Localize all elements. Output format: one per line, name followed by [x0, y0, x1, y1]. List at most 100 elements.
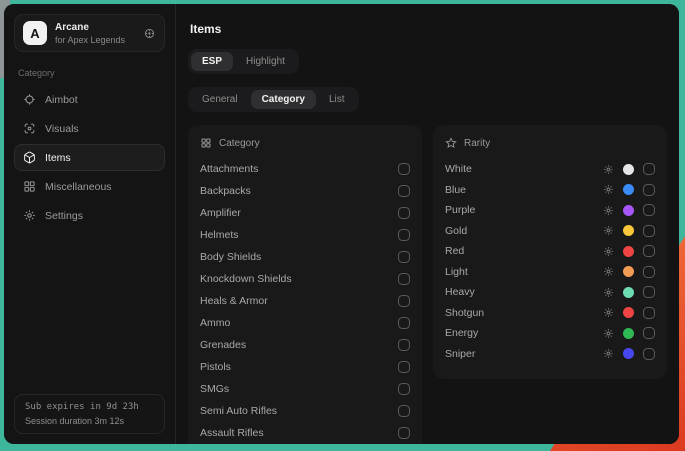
rarity-panel-title: Rarity	[464, 138, 490, 149]
category-row-label: Helmets	[200, 229, 398, 241]
checkbox[interactable]	[398, 229, 410, 241]
category-rows: AttachmentsBackpacksAmplifierHelmetsBody…	[200, 162, 410, 444]
checkbox[interactable]	[643, 245, 655, 257]
checkbox[interactable]	[398, 163, 410, 175]
checkbox[interactable]	[398, 317, 410, 329]
category-row: Backpacks	[200, 184, 410, 198]
brand-name: Arcane	[55, 22, 125, 33]
rarity-row: Purple	[445, 203, 655, 217]
tab-category[interactable]: Category	[251, 90, 316, 109]
rarity-panel-header: Rarity	[445, 137, 655, 149]
target-icon[interactable]	[143, 27, 156, 40]
crosshair-icon	[23, 93, 36, 106]
rarity-row: Heavy	[445, 285, 655, 299]
tab-general[interactable]: General	[191, 90, 249, 109]
sidebar: A Arcane for Apex Legends Category	[4, 4, 176, 444]
category-panel-title: Category	[219, 138, 260, 149]
color-swatch[interactable]	[623, 348, 634, 359]
checkbox[interactable]	[398, 427, 410, 439]
gear-icon	[23, 209, 36, 222]
category-row-label: Heals & Armor	[200, 295, 398, 307]
sidebar-item-label: Aimbot	[45, 94, 78, 106]
sidebar-item-visuals[interactable]: Visuals	[14, 115, 165, 142]
color-swatch[interactable]	[623, 266, 634, 277]
rarity-row: Energy	[445, 326, 655, 340]
rarity-row: White	[445, 162, 655, 176]
rarity-panel: Rarity White Blue Purple Gold Red Light Heavy S…	[433, 125, 667, 379]
checkbox[interactable]	[398, 339, 410, 351]
rarity-row-label: Energy	[445, 327, 595, 339]
checkbox[interactable]	[398, 383, 410, 395]
category-row: Helmets	[200, 228, 410, 242]
gear-icon[interactable]	[603, 287, 614, 298]
category-row-label: Body Shields	[200, 251, 398, 263]
checkbox[interactable]	[398, 295, 410, 307]
eye-scan-icon	[23, 122, 36, 135]
category-row-label: SMGs	[200, 383, 398, 395]
sidebar-item-label: Visuals	[45, 123, 79, 135]
gear-icon[interactable]	[603, 164, 614, 175]
category-row: SMGs	[200, 382, 410, 396]
tab-list[interactable]: List	[318, 90, 356, 109]
gear-icon[interactable]	[603, 205, 614, 216]
color-swatch[interactable]	[623, 225, 634, 236]
gear-icon[interactable]	[603, 184, 614, 195]
sub-expires-text: Sub expires in 9d 23h	[25, 402, 154, 412]
rarity-row-label: Gold	[445, 225, 595, 237]
subscription-info-card: Sub expires in 9d 23h Session duration 3…	[14, 394, 165, 434]
rarity-row: Sniper	[445, 347, 655, 361]
checkbox[interactable]	[643, 327, 655, 339]
sidebar-item-aimbot[interactable]: Aimbot	[14, 86, 165, 113]
checkbox[interactable]	[398, 251, 410, 263]
rarity-row: Gold	[445, 224, 655, 238]
rarity-row-label: Red	[445, 245, 595, 257]
category-row: Knockdown Shields	[200, 272, 410, 286]
category-row: Semi Auto Rifles	[200, 404, 410, 418]
rarity-row-label: White	[445, 163, 595, 175]
panels-row: Category AttachmentsBackpacksAmplifierHe…	[188, 125, 667, 444]
checkbox[interactable]	[643, 286, 655, 298]
category-row-label: Assault Rifles	[200, 427, 398, 439]
rarity-row-label: Sniper	[445, 348, 595, 360]
brand-logo: A	[23, 21, 47, 45]
gear-icon[interactable]	[603, 348, 614, 359]
checkbox[interactable]	[398, 273, 410, 285]
gear-icon[interactable]	[603, 266, 614, 277]
color-swatch[interactable]	[623, 246, 634, 257]
checkbox[interactable]	[643, 225, 655, 237]
sidebar-item-miscellaneous[interactable]: Miscellaneous	[14, 173, 165, 200]
color-swatch[interactable]	[623, 307, 634, 318]
checkbox[interactable]	[643, 163, 655, 175]
color-swatch[interactable]	[623, 328, 634, 339]
checkbox[interactable]	[643, 184, 655, 196]
checkbox[interactable]	[643, 266, 655, 278]
category-panel: Category AttachmentsBackpacksAmplifierHe…	[188, 125, 422, 444]
category-row-label: Attachments	[200, 163, 398, 175]
checkbox[interactable]	[643, 204, 655, 216]
checkbox[interactable]	[643, 348, 655, 360]
rarity-row-label: Blue	[445, 184, 595, 196]
color-swatch[interactable]	[623, 205, 634, 216]
gear-icon[interactable]	[603, 307, 614, 318]
category-row: Pistols	[200, 360, 410, 374]
sidebar-item-settings[interactable]: Settings	[14, 202, 165, 229]
color-swatch[interactable]	[623, 164, 634, 175]
tab-bar: General Category List	[188, 87, 359, 112]
mode-highlight-button[interactable]: Highlight	[235, 52, 296, 71]
gear-icon[interactable]	[603, 225, 614, 236]
category-row: Ammo	[200, 316, 410, 330]
mode-esp-button[interactable]: ESP	[191, 52, 233, 71]
gear-icon[interactable]	[603, 328, 614, 339]
color-swatch[interactable]	[623, 287, 634, 298]
checkbox[interactable]	[398, 185, 410, 197]
rarity-row-label: Light	[445, 266, 595, 278]
session-duration-text: Session duration 3m 12s	[25, 416, 154, 426]
main-content: Items ESP Highlight General Category Lis…	[176, 4, 679, 444]
color-swatch[interactable]	[623, 184, 634, 195]
checkbox[interactable]	[398, 207, 410, 219]
checkbox[interactable]	[398, 361, 410, 373]
sidebar-item-items[interactable]: Items	[14, 144, 165, 171]
checkbox[interactable]	[643, 307, 655, 319]
checkbox[interactable]	[398, 405, 410, 417]
gear-icon[interactable]	[603, 246, 614, 257]
